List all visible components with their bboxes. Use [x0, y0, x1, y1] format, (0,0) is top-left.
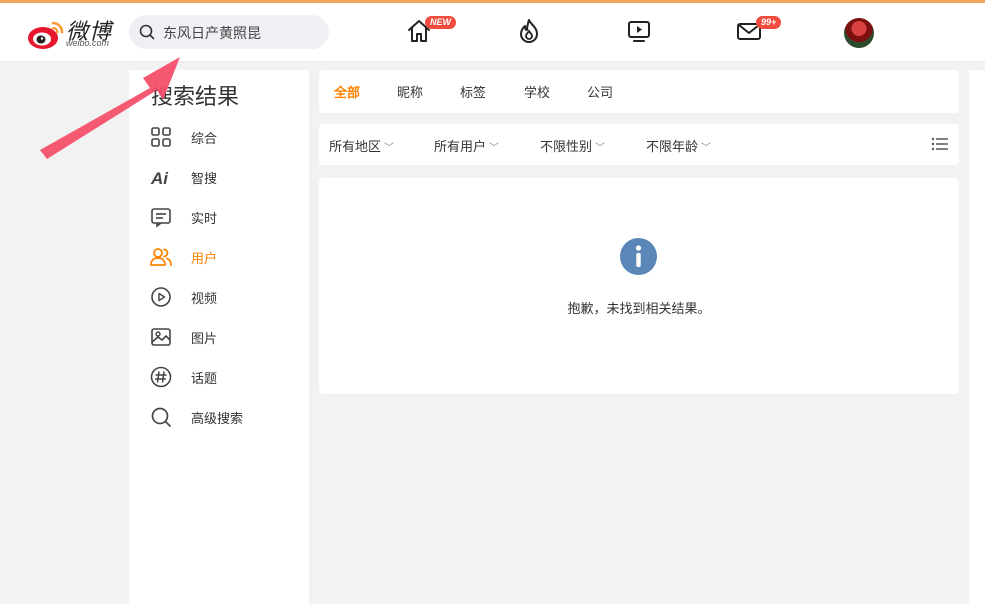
logo-subtext: weibo.com: [66, 38, 110, 48]
chevron-down-icon: ﹀: [595, 143, 606, 154]
sidebar-item-images[interactable]: 图片: [149, 325, 299, 349]
tab-nickname[interactable]: 昵称: [397, 82, 423, 101]
search-value: 东风日产黄照昆: [163, 26, 261, 42]
sidebar-item-comprehensive[interactable]: 综合: [149, 125, 299, 149]
chevron-down-icon: ﹀: [384, 143, 395, 154]
realtime-chat-icon: [151, 208, 171, 228]
hot-fire-icon[interactable]: [515, 17, 543, 45]
weibo-logo[interactable]: 微博 weibo.com: [26, 17, 118, 51]
filter-label: 所有用户: [434, 140, 487, 155]
sidebar-item-realtime[interactable]: 实时: [149, 205, 299, 229]
filter-age-dropdown[interactable]: 不限年龄 ﹀: [646, 136, 711, 155]
chevron-down-icon: ﹀: [489, 143, 500, 154]
new-badge: NEW: [425, 16, 456, 29]
sidebar-title: 搜索结果: [151, 85, 240, 110]
results-panel: 抱歉，未找到相关结果。: [319, 178, 959, 394]
list-view-icon[interactable]: [931, 136, 949, 152]
result-tabs: 全部 昵称 标签 学校 公司: [319, 70, 959, 113]
sidebar-item-advanced-search[interactable]: 高级搜索: [149, 405, 299, 429]
video-play-icon[interactable]: [625, 17, 653, 45]
sidebar-item-label: 话题: [191, 372, 218, 387]
sidebar-item-label: 综合: [191, 132, 218, 147]
sidebar-item-label: 智搜: [191, 172, 218, 187]
info-icon: [620, 238, 657, 275]
video-icon: [151, 287, 171, 307]
ai-icon: Ai: [150, 169, 169, 188]
search-input[interactable]: 东风日产黄照昆: [129, 15, 329, 49]
sidebar-item-video[interactable]: 视频: [149, 285, 299, 309]
search-icon: [139, 24, 155, 40]
chevron-down-icon: ﹀: [701, 143, 712, 154]
filter-gender-dropdown[interactable]: 不限性别 ﹀: [540, 136, 605, 155]
right-sidebar-edge: [969, 70, 985, 604]
filter-label: 所有地区: [329, 140, 382, 155]
tab-school[interactable]: 学校: [524, 82, 550, 101]
tab-company[interactable]: 公司: [587, 82, 613, 101]
grid-icon: [151, 127, 171, 147]
users-icon: [150, 248, 172, 266]
mail-count-badge: 99+: [756, 16, 782, 29]
sidebar: 搜索结果 综合 Ai 智搜 实时 用户 视频 图片 话题 高级搜索: [129, 70, 309, 604]
sidebar-item-users[interactable]: 用户: [149, 245, 299, 269]
svg-text:Ai: Ai: [150, 169, 169, 188]
avatar[interactable]: [844, 18, 874, 48]
empty-result-message: 抱歉，未找到相关结果。: [567, 302, 711, 317]
top-header: 微博 weibo.com 东风日产黄照昆 NEW 99+: [0, 3, 985, 62]
filter-label: 不限性别: [540, 140, 593, 155]
image-icon: [151, 328, 171, 346]
sidebar-item-label: 用户: [191, 252, 218, 267]
sidebar-item-topics[interactable]: 话题: [149, 365, 299, 389]
weibo-eye-icon: [28, 21, 64, 49]
sidebar-item-smart-search[interactable]: Ai 智搜: [149, 165, 299, 189]
filter-user-type-dropdown[interactable]: 所有用户 ﹀: [434, 136, 499, 155]
tab-all[interactable]: 全部: [334, 82, 360, 101]
sidebar-item-label: 实时: [191, 212, 218, 227]
sidebar-item-label: 图片: [191, 332, 218, 347]
filter-bar: 所有地区 ﹀ 所有用户 ﹀ 不限性别 ﹀ 不限年龄 ﹀: [319, 124, 959, 165]
sidebar-item-label: 视频: [191, 292, 218, 307]
search-icon: [151, 407, 171, 427]
sidebar-item-label: 高级搜索: [191, 412, 244, 427]
filter-label: 不限年龄: [646, 140, 699, 155]
hashtag-icon: [150, 366, 172, 388]
filter-region-dropdown[interactable]: 所有地区 ﹀: [329, 136, 394, 155]
tab-tags[interactable]: 标签: [460, 82, 486, 101]
